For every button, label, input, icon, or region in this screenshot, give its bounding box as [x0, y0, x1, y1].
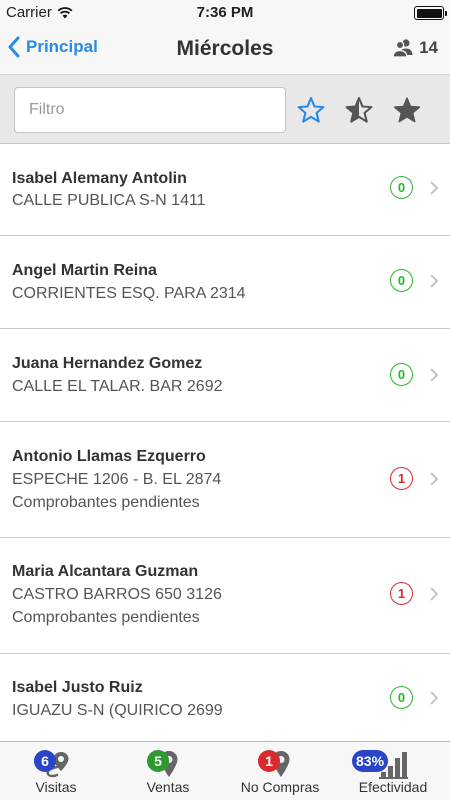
efectividad-badge: 83% [352, 750, 389, 772]
status-bar: Carrier 7:36 PM [0, 0, 450, 26]
chevron-right-icon [430, 587, 439, 601]
star-outline-icon[interactable] [296, 95, 326, 125]
tab-bar: 6 Visitas 5 Ventas 1 No Compras 83% Efec… [0, 741, 450, 800]
client-name: Maria Alcantara Guzman [12, 563, 199, 580]
battery-icon [414, 6, 447, 20]
chevron-right-icon [430, 368, 439, 382]
status-badge: 0 [390, 363, 413, 386]
status-badge: 0 [390, 176, 413, 199]
clients-count: 14 [419, 38, 438, 57]
status-badge: 1 [390, 467, 413, 490]
clock: 7:36 PM [196, 4, 254, 21]
client-row[interactable]: Angel Martin Reina CORRIENTES ESQ. PARA … [0, 236, 450, 329]
chevron-right-icon [430, 472, 439, 486]
tab-efectividad[interactable]: 83% Efectividad [336, 742, 450, 800]
navigation-bar: Principal Miércoles 14 [0, 26, 450, 74]
client-address: CALLE PUBLICA S-N 1411 [12, 192, 206, 209]
chevron-right-icon [430, 274, 439, 288]
visitas-badge: 6 [34, 750, 56, 772]
filter-bar [0, 74, 450, 144]
client-row[interactable]: Isabel Justo Ruiz IGUAZU S-N (QUIRICO 26… [0, 654, 450, 744]
tab-label: Visitas [35, 779, 77, 795]
client-name: Antonio Llamas Ezquerro [12, 448, 206, 465]
status-badge: 1 [390, 582, 413, 605]
client-name: Juana Hernandez Gomez [12, 355, 203, 372]
status-badge: 0 [390, 686, 413, 709]
client-name: Isabel Justo Ruiz [12, 679, 143, 696]
tab-no-compras[interactable]: 1 No Compras [224, 742, 336, 800]
chevron-right-icon [430, 181, 439, 195]
client-row[interactable]: Maria Alcantara Guzman CASTRO BARROS 650… [0, 538, 450, 654]
back-button-label: Principal [26, 37, 98, 56]
client-row[interactable]: Juana Hernandez Gomez CALLE EL TALAR. BA… [0, 329, 450, 422]
no-compras-badge: 1 [258, 750, 280, 772]
client-note: Comprobantes pendientes [12, 494, 200, 511]
client-list: Isabel Alemany Antolin CALLE PUBLICA S-N… [0, 144, 450, 744]
tab-label: Efectividad [358, 779, 428, 795]
status-badge: 0 [390, 269, 413, 292]
tab-label: No Compras [240, 779, 320, 795]
chevron-right-icon [430, 691, 439, 705]
tab-label: Ventas [146, 779, 190, 795]
client-name: Isabel Alemany Antolin [12, 170, 187, 187]
client-row[interactable]: Isabel Alemany Antolin CALLE PUBLICA S-N… [0, 144, 450, 236]
filter-input[interactable] [14, 87, 286, 133]
tab-visitas[interactable]: 6 Visitas [0, 742, 112, 800]
people-icon [392, 39, 413, 58]
star-half-icon[interactable] [344, 95, 374, 125]
client-row[interactable]: Antonio Llamas Ezquerro ESPECHE 1206 - B… [0, 422, 450, 538]
client-address: ESPECHE 1206 - B. EL 2874 [12, 471, 222, 488]
client-address: CORRIENTES ESQ. PARA 2314 [12, 285, 246, 302]
tab-ventas[interactable]: 5 Ventas [112, 742, 224, 800]
back-button[interactable]: Principal [8, 36, 98, 58]
star-filled-icon[interactable] [392, 95, 422, 125]
client-address: CALLE EL TALAR. BAR 2692 [12, 378, 223, 395]
client-address: IGUAZU S-N (QUIRICO 2699 [12, 702, 223, 719]
client-note: Comprobantes pendientes [12, 609, 200, 626]
ventas-badge: 5 [147, 750, 169, 772]
clients-count-button[interactable]: 14 [392, 38, 438, 58]
chevron-left-icon [8, 36, 20, 58]
client-address: CASTRO BARROS 650 3126 [12, 586, 222, 603]
client-name: Angel Martin Reina [12, 262, 157, 279]
